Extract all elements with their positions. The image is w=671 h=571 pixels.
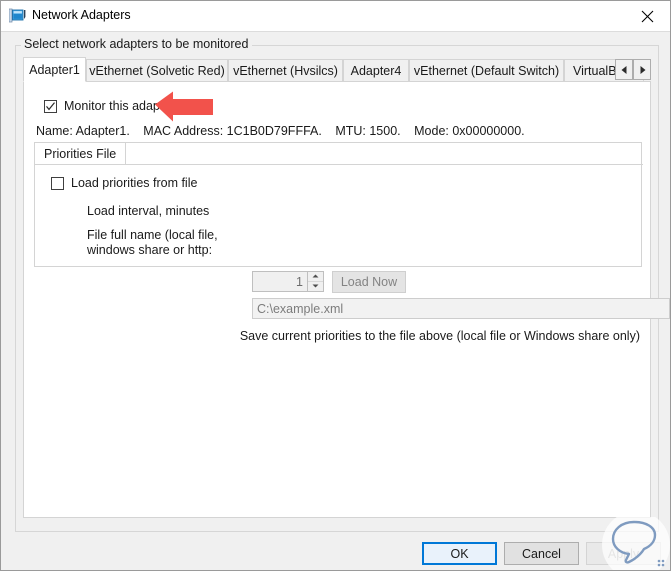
load-interval-value: 1 bbox=[296, 274, 303, 289]
load-now-button[interactable]: Load Now bbox=[332, 271, 406, 293]
adapter-tab-strip: Adapter1 vEthernet (Solvetic Red) vEther… bbox=[23, 57, 651, 82]
groupbox-label: Select network adapters to be monitored bbox=[21, 37, 253, 51]
tab-adapter4[interactable]: Adapter4 bbox=[343, 59, 409, 81]
title-bar: Network Adapters bbox=[1, 1, 670, 32]
file-full-name-label: File full name (local file, windows shar… bbox=[87, 228, 218, 257]
priorities-file-panel: Priorities File Load priorities from fil… bbox=[34, 142, 643, 267]
load-priorities-from-file-checkbox[interactable]: Load priorities from file bbox=[51, 176, 197, 190]
tab-label: vEthernet (Hvsilcs) bbox=[233, 63, 338, 78]
tab-scroll-right-icon[interactable] bbox=[633, 59, 651, 80]
ok-button[interactable]: OK bbox=[422, 542, 497, 565]
stepper-down-icon[interactable] bbox=[308, 282, 323, 292]
adapter-mac: MAC Address: 1C1B0D79FFFA. bbox=[143, 124, 322, 138]
stepper-up-icon[interactable] bbox=[308, 272, 323, 282]
load-interval-label: Load interval, minutes bbox=[87, 204, 210, 218]
tab-label: Adapter4 bbox=[350, 63, 402, 78]
tab-adapter1[interactable]: Adapter1 bbox=[23, 57, 86, 82]
save-priorities-note: Save current priorities to the file abov… bbox=[239, 329, 640, 343]
tab-vethernet-hvsilcs[interactable]: vEthernet (Hvsilcs) bbox=[228, 59, 343, 81]
load-interval-stepper[interactable]: 1 bbox=[252, 271, 324, 292]
checkbox-label: Load priorities from file bbox=[71, 176, 198, 190]
close-icon[interactable] bbox=[624, 1, 670, 31]
tab-priorities-file[interactable]: Priorities File bbox=[35, 143, 127, 165]
tab-label: vEthernet (Default Switch) bbox=[413, 63, 560, 78]
adapter-name: Name: Adapter1. bbox=[36, 124, 130, 138]
stepper-buttons bbox=[307, 272, 323, 291]
network-adapters-dialog: Network Adapters Select network adapters… bbox=[0, 0, 671, 571]
tab-vethernet-solvetic-red[interactable]: vEthernet (Solvetic Red) bbox=[86, 59, 228, 81]
file-full-name-input[interactable]: C:\example.xml bbox=[252, 298, 670, 319]
tab-label: Adapter1 bbox=[29, 62, 80, 77]
tab-label: Priorities File bbox=[44, 146, 117, 161]
checkbox-box bbox=[51, 176, 64, 190]
apply-button: Apply bbox=[586, 542, 661, 565]
tab-scroll-left-icon[interactable] bbox=[615, 59, 633, 80]
tab-vethernet-default-switch[interactable]: vEthernet (Default Switch) bbox=[409, 59, 564, 81]
tab-label: vEthernet (Solvetic Red) bbox=[89, 63, 225, 78]
checkbox-box bbox=[44, 99, 57, 113]
adapter-mtu: MTU: 1500. bbox=[335, 124, 401, 138]
adapter-info-line: Name: Adapter1. MAC Address: 1C1B0D79FFF… bbox=[36, 124, 535, 138]
cancel-button[interactable]: Cancel bbox=[504, 542, 579, 565]
network-adapters-icon bbox=[8, 8, 27, 25]
monitor-this-adapter-checkbox[interactable]: Monitor this adapter bbox=[44, 99, 174, 113]
adapter1-tab-page: Monitor this adapter Name: Adapter1. MAC… bbox=[23, 81, 670, 518]
checkbox-label: Monitor this adapter bbox=[64, 99, 175, 113]
window-title: Network Adapters bbox=[32, 8, 131, 22]
adapter-mode: Mode: 0x00000000. bbox=[414, 124, 525, 138]
